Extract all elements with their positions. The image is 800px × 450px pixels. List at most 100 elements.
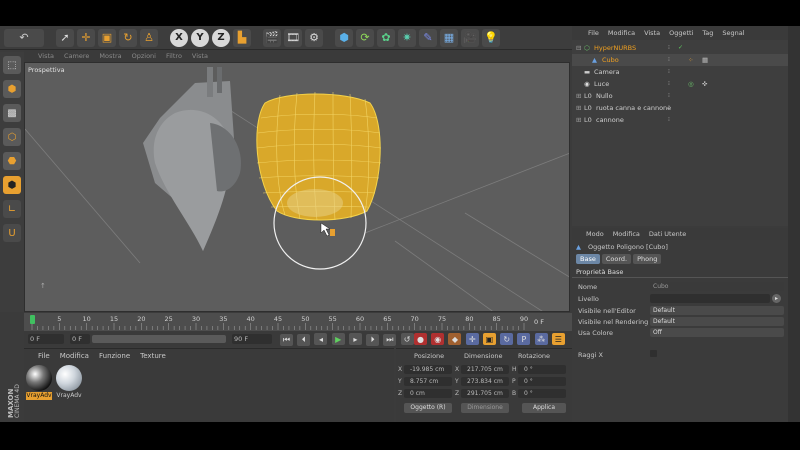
coordinate-system-icon[interactable]: ▙ — [233, 28, 251, 47]
next-key-icon[interactable]: ⏵ — [366, 333, 380, 346]
record-parameter-icon[interactable]: P — [517, 333, 531, 345]
material-menu-modifica[interactable]: Modifica — [60, 352, 89, 360]
layer-input[interactable] — [650, 294, 770, 303]
record-scale-icon[interactable]: ▣ — [482, 333, 496, 345]
edges-mode-icon[interactable]: ⬣ — [3, 152, 21, 170]
record-rotation-icon[interactable]: ↻ — [500, 333, 514, 345]
rotate-tool-icon[interactable]: ↻ — [119, 28, 137, 47]
om-menu-vista[interactable]: Vista — [644, 29, 660, 37]
material-menu-funzione[interactable]: Funzione — [99, 352, 130, 360]
axis-x-button[interactable]: X — [170, 28, 188, 47]
viewport-menu-vista-2[interactable]: Vista — [192, 52, 208, 60]
make-editable-icon[interactable]: ⬚ — [3, 56, 21, 74]
expand-icon[interactable]: ⊞ — [576, 114, 581, 126]
at-menu-modo[interactable]: Modo — [586, 230, 604, 238]
rotation-h-field[interactable]: 0 ° — [518, 365, 566, 374]
position-z-field[interactable]: 0 cm — [404, 389, 452, 398]
go-to-start-icon[interactable]: ⏮ — [280, 333, 293, 346]
camera-icon[interactable]: 🎥 — [461, 28, 479, 47]
visibility-dots[interactable]: ⁝ — [668, 78, 670, 90]
axis-mode-icon[interactable]: ∟ — [3, 200, 21, 218]
light-icon[interactable]: 💡 — [482, 28, 500, 47]
rotation-p-field[interactable]: 0 ° — [518, 377, 566, 386]
viewport-menu-camere[interactable]: Camere — [64, 52, 89, 60]
loop-icon[interactable]: ↺ — [400, 333, 414, 345]
om-menu-segnal[interactable]: Segnal — [722, 29, 744, 37]
cube-primitive-icon[interactable]: ⬢ — [335, 28, 353, 47]
select-arrow-icon[interactable]: ➚ — [56, 28, 74, 47]
record-key-icon[interactable]: ● — [414, 333, 427, 345]
environment-icon[interactable]: ▦ — [440, 28, 458, 47]
material-label-1[interactable]: VrayAdv — [26, 392, 52, 400]
deformer-icon[interactable]: ✷ — [398, 28, 416, 47]
generator-icon[interactable]: ✿ — [377, 28, 395, 47]
coordinate-mode-select[interactable]: Oggetto (R) — [404, 403, 452, 413]
expand-icon[interactable]: ⊞ — [576, 90, 581, 102]
perspective-viewport[interactable]: Prospettiva ↑ — [24, 62, 570, 312]
polygons-mode-icon[interactable]: ⬢ — [3, 176, 21, 194]
position-y-field[interactable]: 8.757 cm — [404, 377, 452, 386]
material-swatch-1[interactable] — [26, 365, 52, 391]
current-frame-marker[interactable] — [30, 315, 35, 324]
material-menu-texture[interactable]: Texture — [140, 352, 166, 360]
visibility-dots[interactable]: ⁝ — [668, 90, 670, 102]
visibility-dots[interactable]: ⁝ — [668, 42, 670, 54]
cube-hypernurbs-selected[interactable] — [256, 91, 382, 221]
current-frame-field[interactable]: 0 F — [28, 334, 64, 344]
size-z-field[interactable]: 291.705 cm — [461, 389, 509, 398]
axis-z-button[interactable]: Z — [212, 28, 230, 47]
timeline-layout-icon[interactable]: ☰ — [551, 333, 565, 345]
render-view-icon[interactable]: 🎬 — [263, 28, 281, 47]
snap-magnet-icon[interactable]: U — [3, 224, 21, 242]
object-row-cannone[interactable]: ⊞ L0 cannone ⁝ — [572, 114, 788, 126]
target-tag-icon[interactable]: ✜ — [702, 78, 707, 90]
use-color-select[interactable]: Off — [650, 328, 784, 337]
step-forward-icon[interactable]: ▸ — [348, 333, 362, 345]
visibility-dots[interactable]: ⁝ — [668, 102, 670, 114]
render-picture-viewer-icon[interactable]: 🎞 — [284, 28, 302, 47]
frame-range-slider[interactable] — [92, 335, 226, 343]
visible-editor-select[interactable]: Default — [650, 306, 784, 315]
texture-mode-icon[interactable]: ▩ — [3, 104, 21, 122]
record-point-level-icon[interactable]: ⁂ — [534, 333, 548, 345]
object-row-nullo[interactable]: ⊞ L0 Nullo ⁝ — [572, 90, 788, 102]
object-row-luce[interactable]: ◉ Luce ⁝ ◎ ✜ — [572, 78, 788, 90]
layer-picker-icon[interactable]: ▸ — [772, 294, 781, 303]
cannon-mesh[interactable] — [143, 67, 241, 251]
timeline-ruler[interactable]: 051015202530354045505560657075808590 0 F — [24, 313, 572, 331]
spline-pen-icon[interactable]: ✎ — [419, 28, 437, 47]
apply-button[interactable]: Applica — [522, 403, 566, 413]
scale-tool-icon[interactable]: ▣ — [98, 28, 116, 47]
object-row-hypernurbs[interactable]: ⊟ ⬡ HyperNURBS ⁝ ✓ — [572, 42, 788, 54]
om-menu-file[interactable]: File — [588, 29, 599, 37]
object-row-cubo[interactable]: ▲ Cubo ⁝ ⁘ ▦ — [572, 54, 788, 66]
play-icon[interactable]: ▶ — [331, 333, 345, 345]
light-tag-icon[interactable]: ◎ — [688, 78, 694, 90]
material-swatch-2[interactable] — [56, 365, 82, 391]
om-menu-modifica[interactable]: Modifica — [608, 29, 635, 37]
keyframe-selection-icon[interactable]: ◆ — [448, 333, 462, 345]
viewport-menu-opzioni[interactable]: Opzioni — [132, 52, 156, 60]
visibility-dots[interactable]: ⁝ — [668, 66, 670, 78]
render-settings-icon[interactable]: ⚙ — [305, 28, 323, 47]
at-menu-dati-utente[interactable]: Dati Utente — [649, 230, 686, 238]
size-mode-button[interactable]: Dimensione — [461, 403, 509, 413]
recent-tool-icon[interactable]: ♙ — [140, 28, 158, 47]
step-back-icon[interactable]: ◂ — [314, 333, 328, 345]
viewport-menu-filtro[interactable]: Filtro — [166, 52, 182, 60]
xray-checkbox[interactable] — [650, 350, 657, 357]
axis-y-button[interactable]: Y — [191, 28, 209, 47]
size-x-field[interactable]: 217.705 cm — [461, 365, 509, 374]
tab-base[interactable]: Base — [576, 254, 600, 264]
viewport-menu-vista[interactable]: Vista — [38, 52, 54, 60]
object-row-ruota[interactable]: ⊞ L0 ruota canna e cannone ⁝ — [572, 102, 788, 114]
points-mode-icon[interactable]: ⬡ — [3, 128, 21, 146]
move-tool-icon[interactable]: ✛ — [77, 28, 95, 47]
size-y-field[interactable]: 273.834 cm — [461, 377, 509, 386]
record-position-icon[interactable]: ✛ — [465, 333, 479, 345]
model-mode-icon[interactable]: ⬢ — [3, 80, 21, 98]
at-menu-modifica[interactable]: Modifica — [613, 230, 640, 238]
start-frame-field[interactable]: 0 F — [70, 334, 90, 344]
phong-tag-icon[interactable]: ⁘ — [688, 54, 693, 66]
visible-render-select[interactable]: Default — [650, 317, 784, 326]
